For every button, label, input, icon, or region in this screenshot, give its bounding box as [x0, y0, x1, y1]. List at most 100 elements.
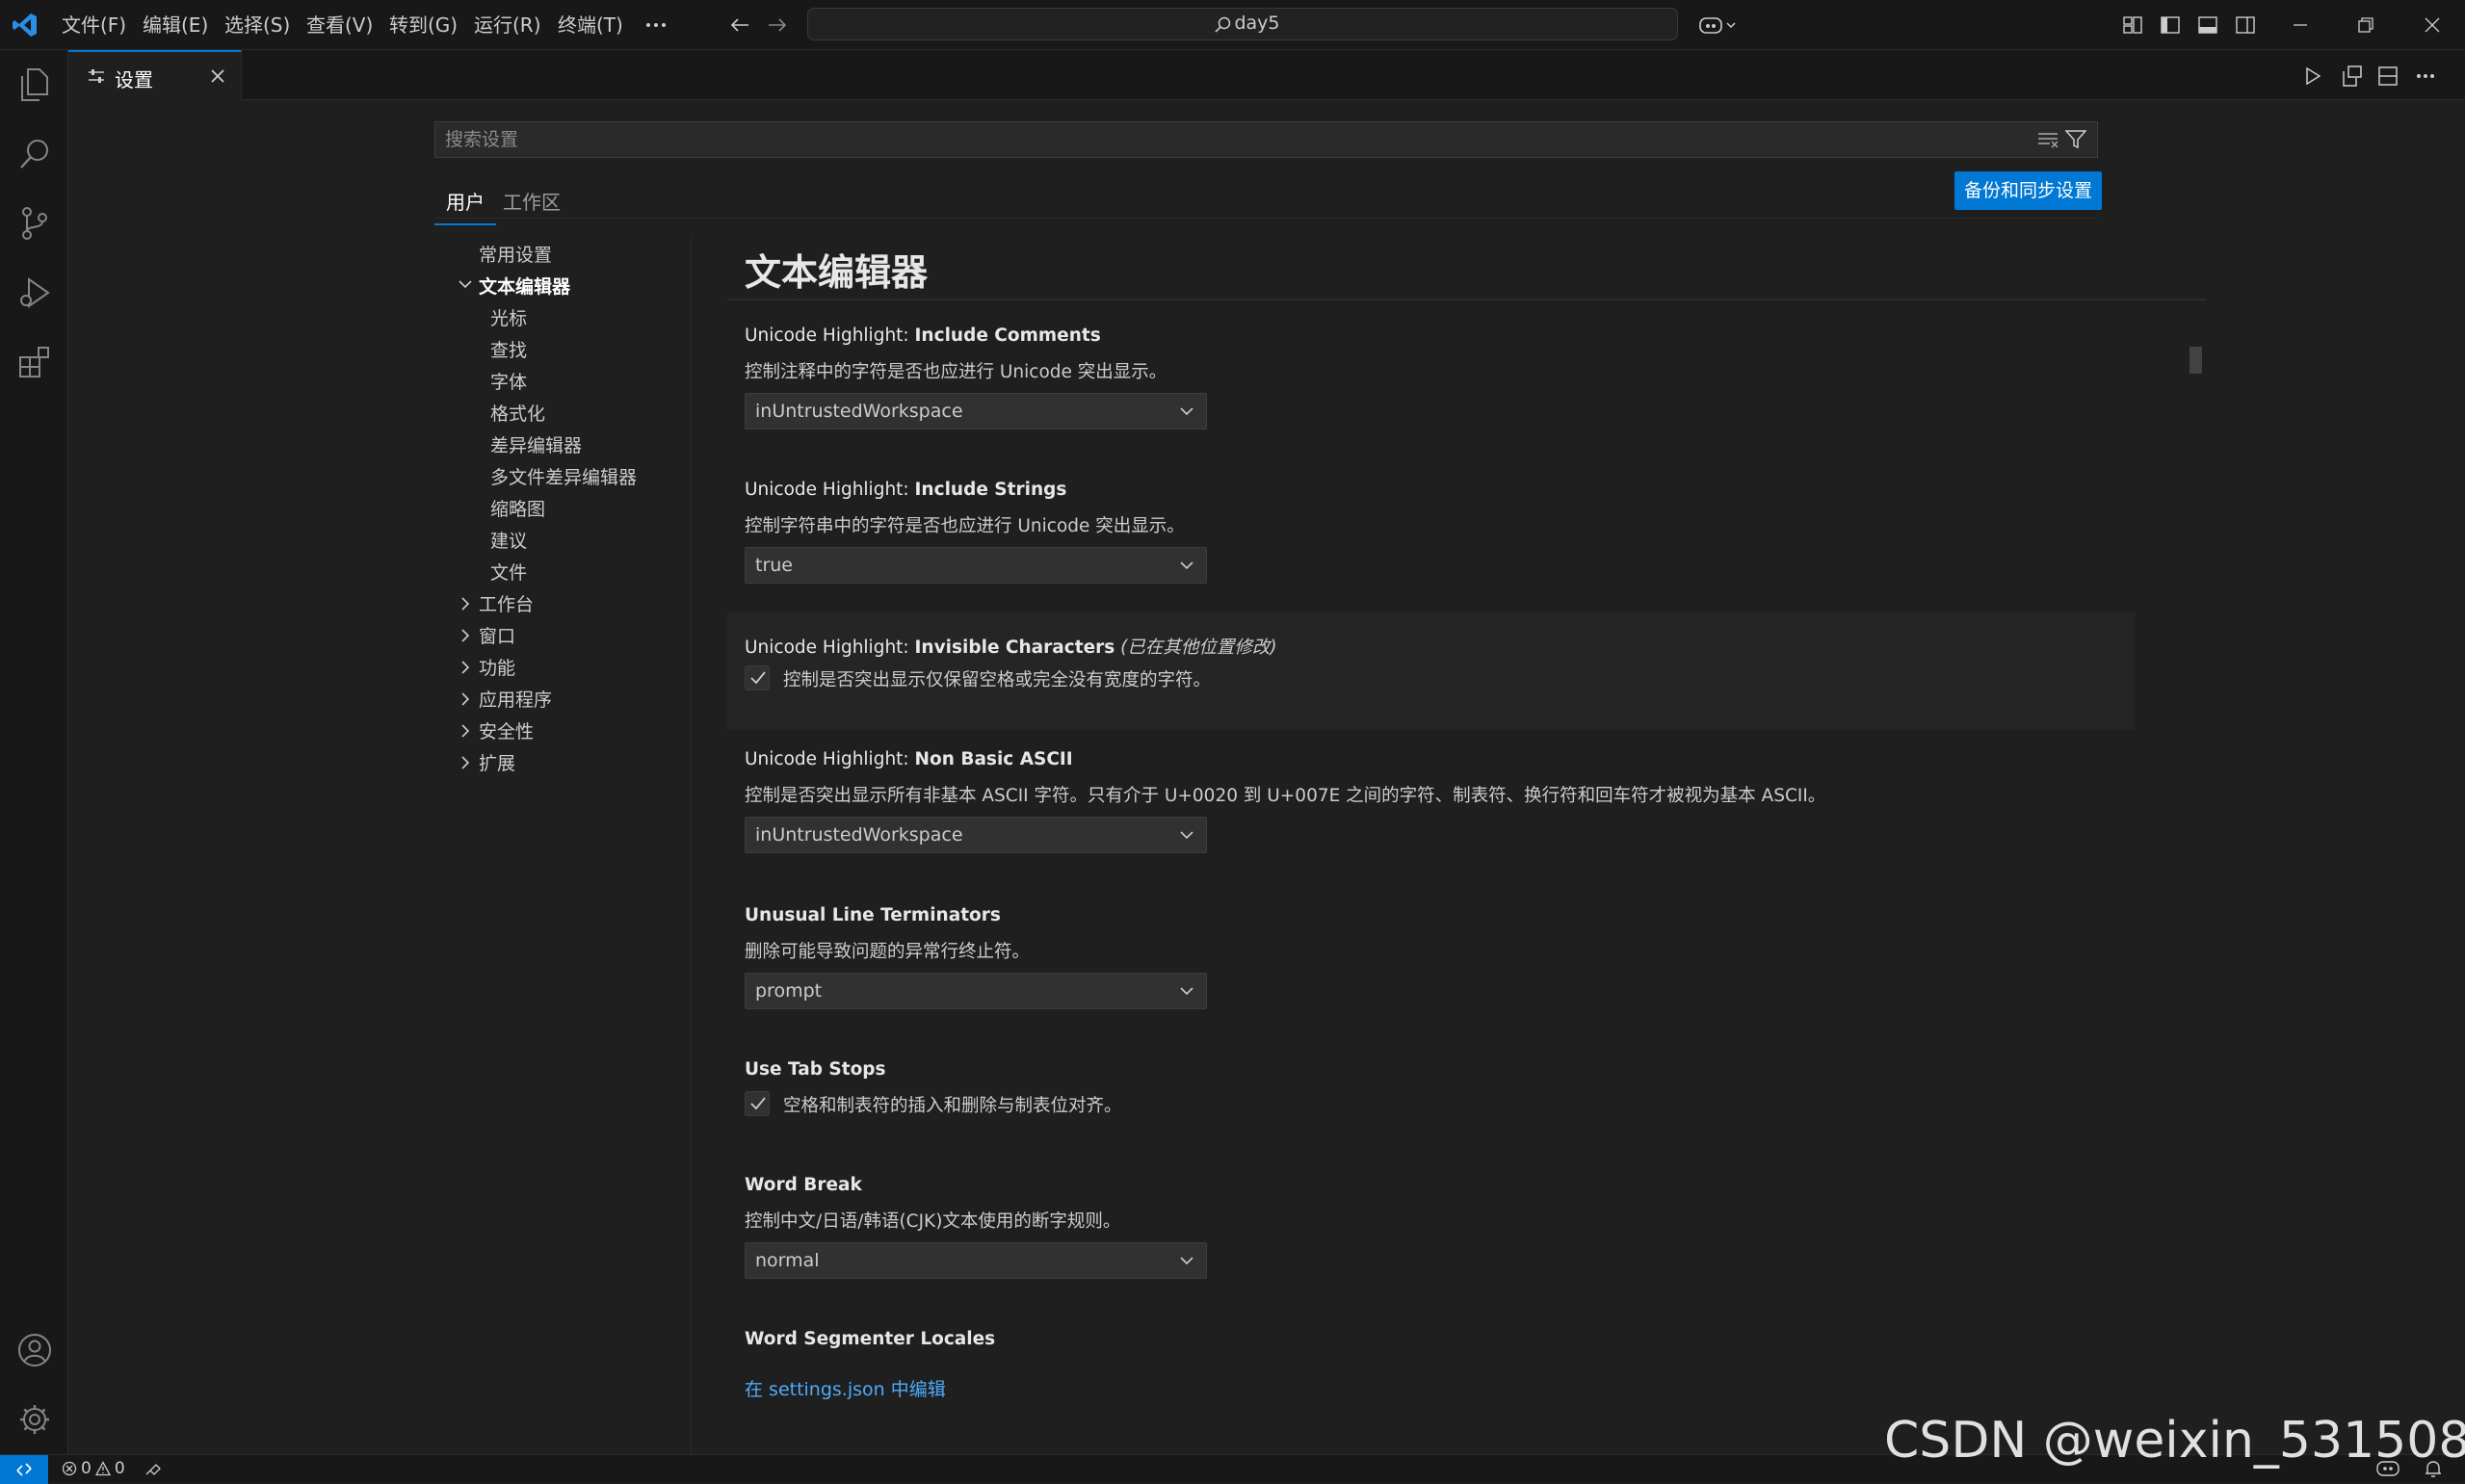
- setting-title: Unicode Highlight: Invisible Characters …: [745, 638, 1277, 658]
- toc-common[interactable]: 常用设置: [479, 241, 552, 267]
- setting-word-break: Word Break 控制中文/日语/韩语(CJK)文本使用的断字规则。 nor…: [727, 1165, 2134, 1310]
- toc-security[interactable]: 安全性: [458, 717, 534, 743]
- chevron-down-icon: [1179, 829, 1194, 841]
- toc-diff-editor[interactable]: 差异编辑器: [490, 431, 582, 457]
- toc-text-editor[interactable]: 文本编辑器: [458, 273, 570, 299]
- settings-sliders-icon: [88, 67, 105, 85]
- setting-description: 控制注释中的字符是否也应进行 Unicode 突出显示。: [745, 362, 1167, 382]
- toc-minimap[interactable]: 缩略图: [490, 495, 545, 521]
- minimize-icon[interactable]: [2287, 12, 2314, 39]
- toggle-primary-sidebar-icon[interactable]: [2157, 12, 2184, 39]
- chevron-down-icon: [1179, 405, 1194, 417]
- tab-settings[interactable]: 设置: [68, 50, 242, 100]
- menu-terminal[interactable]: 终端(T): [556, 13, 625, 38]
- forward-arrow-icon[interactable]: [764, 12, 791, 39]
- setting-title: Use Tab Stops: [745, 1059, 886, 1080]
- menu-go[interactable]: 转到(G): [387, 13, 459, 38]
- non-basic-ascii-select[interactable]: inUntrustedWorkspace: [745, 817, 1207, 853]
- select-value: normal: [755, 1250, 820, 1271]
- toc-features[interactable]: 功能: [458, 654, 515, 680]
- toc-font[interactable]: 字体: [490, 368, 527, 394]
- setting-title: Unicode Highlight: Include Strings: [745, 480, 1067, 500]
- toc-divider: [691, 237, 692, 1454]
- search-icon[interactable]: [0, 125, 68, 183]
- watermark-text: CSDN @weixin_53150818: [1884, 1412, 2465, 1470]
- chevron-right-icon: [459, 628, 471, 643]
- setting-non-basic-ascii: Unicode Highlight: Non Basic ASCII 控制是否突…: [727, 742, 2134, 886]
- toc-suggestions[interactable]: 建议: [490, 527, 527, 553]
- copilot-icon[interactable]: [1695, 12, 1740, 39]
- tab-user[interactable]: 用户: [434, 181, 496, 225]
- setting-description: 控制是否突出显示所有非基本 ASCII 字符。只有介于 U+0020 到 U+0…: [745, 786, 1826, 806]
- toc-workbench[interactable]: 工作台: [458, 590, 534, 616]
- settings-search-input[interactable]: [435, 122, 2034, 157]
- filter-icon[interactable]: [2065, 130, 2086, 149]
- toc-formatting[interactable]: 格式化: [490, 400, 545, 426]
- source-control-icon[interactable]: [0, 195, 68, 252]
- workspace-name: day5: [1234, 13, 1280, 34]
- backup-sync-button[interactable]: 备份和同步设置: [1954, 171, 2103, 210]
- more-actions-icon[interactable]: [2413, 64, 2438, 89]
- chevron-right-icon: [459, 691, 471, 707]
- open-settings-json-icon[interactable]: [2339, 64, 2364, 89]
- accounts-icon[interactable]: [0, 1321, 68, 1379]
- chevron-down-icon: [1179, 1255, 1194, 1266]
- settings-search[interactable]: [434, 121, 2098, 158]
- chevron-right-icon: [459, 755, 471, 770]
- customize-layout-icon[interactable]: [2119, 12, 2146, 39]
- more-menu-icon[interactable]: [642, 12, 669, 39]
- setting-unusual-line-terminators: Unusual Line Terminators 删除可能导致问题的异常行终止符…: [727, 896, 2134, 1040]
- menu-view[interactable]: 查看(V): [304, 13, 375, 38]
- explorer-icon[interactable]: [0, 56, 68, 114]
- use-tab-stops-checkbox[interactable]: [745, 1091, 770, 1116]
- menu-run[interactable]: 运行(R): [472, 13, 543, 38]
- problems-indicator[interactable]: 0 0: [62, 1459, 164, 1478]
- menu-file[interactable]: 文件(F): [60, 13, 128, 38]
- menu-selection[interactable]: 选择(S): [223, 13, 292, 38]
- word-break-select[interactable]: normal: [745, 1242, 1207, 1279]
- toc-files[interactable]: 文件: [490, 559, 527, 585]
- edit-in-settings-json-link[interactable]: 在 settings.json 中编辑: [745, 1375, 946, 1401]
- settings-editor: 用户 工作区 备份和同步设置 常用设置 文本编辑器 光标 查找 字体 格式化 差…: [68, 100, 2465, 1454]
- chevron-right-icon: [459, 723, 471, 739]
- toc-multi-diff-editor[interactable]: 多文件差异编辑器: [490, 463, 637, 489]
- run-icon[interactable]: [2300, 64, 2325, 89]
- split-editor-icon[interactable]: [2375, 64, 2400, 89]
- ports-icon[interactable]: [144, 1461, 164, 1476]
- setting-description: 控制中文/日语/韩语(CJK)文本使用的断字规则。: [745, 1211, 1121, 1232]
- setting-title: Word Segmenter Locales: [745, 1329, 996, 1349]
- include-strings-select[interactable]: true: [745, 547, 1207, 584]
- close-window-icon[interactable]: [2419, 12, 2446, 39]
- toc-application[interactable]: 应用程序: [458, 686, 552, 712]
- menu-edit[interactable]: 编辑(E): [141, 13, 210, 38]
- unusual-line-terminators-select[interactable]: prompt: [745, 973, 1207, 1009]
- remote-indicator-icon[interactable]: [0, 1455, 48, 1484]
- select-value: prompt: [755, 980, 823, 1002]
- clear-filter-icon[interactable]: [2037, 131, 2059, 148]
- section-rule: [727, 299, 2206, 300]
- back-arrow-icon[interactable]: [726, 12, 753, 39]
- restore-icon[interactable]: [2352, 12, 2379, 39]
- toc-extensions[interactable]: 扩展: [458, 749, 515, 775]
- run-debug-icon[interactable]: [0, 264, 68, 322]
- command-center[interactable]: day5: [807, 8, 1678, 40]
- manage-gear-icon[interactable]: [0, 1391, 68, 1448]
- editor-tab-bar: 设置: [68, 50, 2465, 100]
- toggle-secondary-sidebar-icon[interactable]: [2232, 12, 2259, 39]
- select-value: true: [755, 555, 793, 576]
- toc-cursor[interactable]: 光标: [490, 304, 527, 330]
- setting-include-comments: Unicode Highlight: Include Comments 控制注释…: [727, 316, 2134, 460]
- select-value: inUntrustedWorkspace: [755, 401, 963, 422]
- toggle-panel-icon[interactable]: [2194, 12, 2221, 39]
- invisible-characters-checkbox[interactable]: [745, 665, 770, 690]
- include-comments-select[interactable]: inUntrustedWorkspace: [745, 393, 1207, 430]
- setting-description: 空格和制表符的插入和删除与制表位对齐。: [783, 1096, 1122, 1116]
- scrollbar-thumb[interactable]: [2190, 347, 2202, 374]
- title-bar: 文件(F) 编辑(E) 选择(S) 查看(V) 转到(G) 运行(R) 终端(T…: [0, 0, 2465, 50]
- close-tab-icon[interactable]: [209, 67, 226, 85]
- chevron-down-icon: [458, 278, 473, 290]
- toc-window[interactable]: 窗口: [458, 622, 515, 648]
- setting-include-strings: Unicode Highlight: Include Strings 控制字符串…: [727, 470, 2134, 614]
- toc-find[interactable]: 查找: [490, 336, 527, 362]
- extensions-icon[interactable]: [0, 333, 68, 391]
